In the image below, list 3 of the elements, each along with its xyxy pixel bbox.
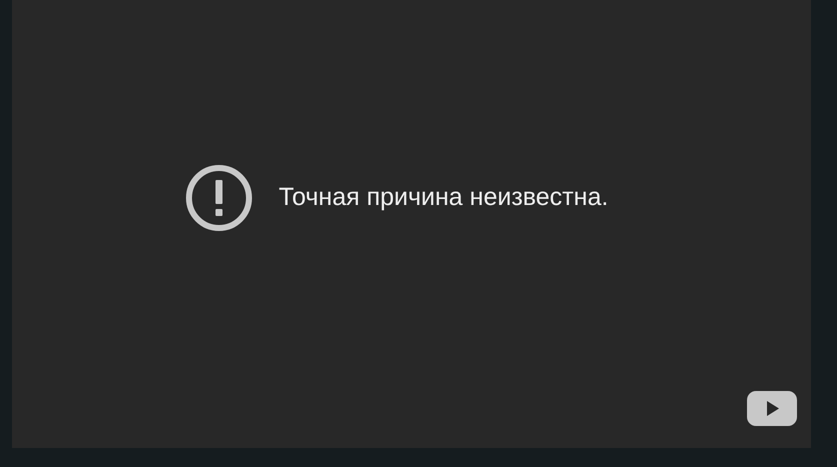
error-message: Точная причина неизвестна. [278, 182, 608, 213]
error-icon [184, 164, 253, 232]
play-logo-icon[interactable] [747, 391, 797, 426]
